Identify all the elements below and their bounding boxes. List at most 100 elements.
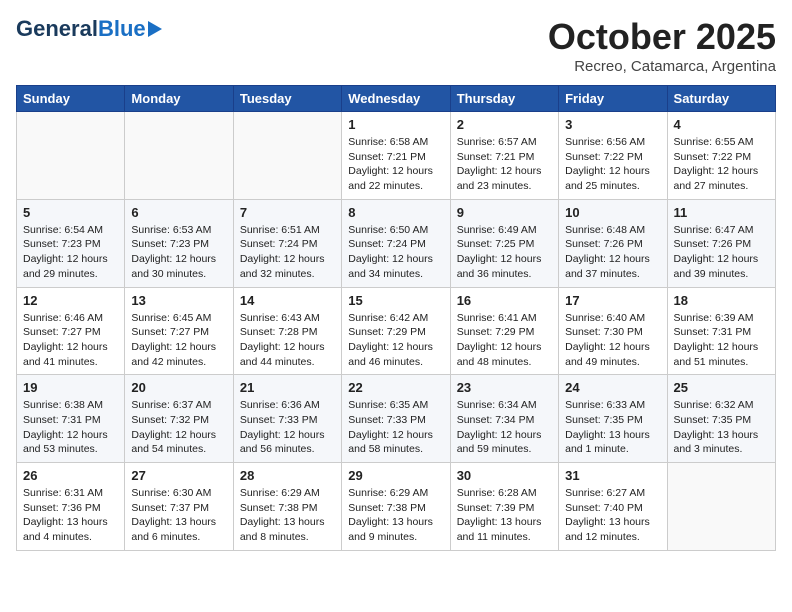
logo-text: GeneralBlue: [16, 16, 162, 42]
calendar-cell: 13Sunrise: 6:45 AM Sunset: 7:27 PM Dayli…: [125, 287, 233, 375]
calendar-cell: 21Sunrise: 6:36 AM Sunset: 7:33 PM Dayli…: [233, 375, 341, 463]
calendar-cell: 4 Sunrise: 6:55 AM Sunset: 7:22 PM Daylig…: [667, 112, 775, 200]
day-info: Sunrise: 6:39 AM Sunset: 7:31 PM Dayligh…: [674, 311, 769, 370]
calendar-cell: 29 Sunrise: 6:29 AM Sunset: 7:38 PM Dayli…: [342, 463, 450, 551]
day-header-saturday: Saturday: [667, 86, 775, 112]
day-number: 18: [674, 293, 769, 308]
day-number: 19: [23, 380, 118, 395]
day-info: Sunrise: 6:42 AM Sunset: 7:29 PM Dayligh…: [348, 311, 443, 370]
day-info: Sunrise: 6:50 AM Sunset: 7:24 PM Dayligh…: [348, 223, 443, 282]
day-number: 29: [348, 468, 443, 483]
calendar-cell: 28 Sunrise: 6:29 AM Sunset: 7:38 PM Dayli…: [233, 463, 341, 551]
day-info: Sunrise: 6:43 AM Sunset: 7:28 PM Dayligh…: [240, 311, 335, 370]
day-info: Sunrise: 6:40 AM Sunset: 7:30 PM Dayligh…: [565, 311, 660, 370]
calendar-cell: 20 Sunrise: 6:37 AM Sunset: 7:32 PM Dayli…: [125, 375, 233, 463]
day-number: 3: [565, 117, 660, 132]
calendar-week-row: 5 Sunrise: 6:54 AM Sunset: 7:23 PM Daylig…: [17, 199, 776, 287]
day-info: Sunrise: 6:33 AM Sunset: 7:35 PM Dayligh…: [565, 398, 660, 457]
calendar: SundayMondayTuesdayWednesdayThursdayFrid…: [16, 85, 776, 551]
day-info: Sunrise: 6:34 AM Sunset: 7:34 PM Dayligh…: [457, 398, 552, 457]
calendar-cell: 31Sunrise: 6:27 AM Sunset: 7:40 PM Dayli…: [559, 463, 667, 551]
day-info: Sunrise: 6:48 AM Sunset: 7:26 PM Dayligh…: [565, 223, 660, 282]
calendar-cell: 16Sunrise: 6:41 AM Sunset: 7:29 PM Dayli…: [450, 287, 558, 375]
day-info: Sunrise: 6:36 AM Sunset: 7:33 PM Dayligh…: [240, 398, 335, 457]
day-number: 28: [240, 468, 335, 483]
day-info: Sunrise: 6:37 AM Sunset: 7:32 PM Dayligh…: [131, 398, 226, 457]
calendar-week-row: 12Sunrise: 6:46 AM Sunset: 7:27 PM Dayli…: [17, 287, 776, 375]
day-header-wednesday: Wednesday: [342, 86, 450, 112]
calendar-cell: 26 Sunrise: 6:31 AM Sunset: 7:36 PM Dayli…: [17, 463, 125, 551]
calendar-cell: 6Sunrise: 6:53 AM Sunset: 7:23 PM Daylig…: [125, 199, 233, 287]
day-header-tuesday: Tuesday: [233, 86, 341, 112]
day-number: 7: [240, 205, 335, 220]
calendar-cell: 11Sunrise: 6:47 AM Sunset: 7:26 PM Dayli…: [667, 199, 775, 287]
calendar-cell: 25Sunrise: 6:32 AM Sunset: 7:35 PM Dayli…: [667, 375, 775, 463]
day-info: Sunrise: 6:58 AM Sunset: 7:21 PM Dayligh…: [348, 135, 443, 194]
day-info: Sunrise: 6:29 AM Sunset: 7:38 PM Dayligh…: [240, 486, 335, 545]
day-info: Sunrise: 6:38 AM Sunset: 7:31 PM Dayligh…: [23, 398, 118, 457]
calendar-cell: 7 Sunrise: 6:51 AM Sunset: 7:24 PM Daylig…: [233, 199, 341, 287]
calendar-week-row: 26 Sunrise: 6:31 AM Sunset: 7:36 PM Dayli…: [17, 463, 776, 551]
day-number: 5: [23, 205, 118, 220]
calendar-cell: 24 Sunrise: 6:33 AM Sunset: 7:35 PM Dayli…: [559, 375, 667, 463]
calendar-week-row: 19 Sunrise: 6:38 AM Sunset: 7:31 PM Dayli…: [17, 375, 776, 463]
day-info: Sunrise: 6:56 AM Sunset: 7:22 PM Dayligh…: [565, 135, 660, 194]
day-number: 22: [348, 380, 443, 395]
subtitle: Recreo, Catamarca, Argentina: [548, 58, 776, 75]
day-number: 4: [674, 117, 769, 132]
calendar-cell: 5 Sunrise: 6:54 AM Sunset: 7:23 PM Daylig…: [17, 199, 125, 287]
day-number: 17: [565, 293, 660, 308]
day-number: 14: [240, 293, 335, 308]
day-number: 31: [565, 468, 660, 483]
day-number: 15: [348, 293, 443, 308]
day-info: Sunrise: 6:45 AM Sunset: 7:27 PM Dayligh…: [131, 311, 226, 370]
calendar-cell: 1Sunrise: 6:58 AM Sunset: 7:21 PM Daylig…: [342, 112, 450, 200]
calendar-cell: 17 Sunrise: 6:40 AM Sunset: 7:30 PM Dayli…: [559, 287, 667, 375]
logo-general: General: [16, 16, 98, 42]
day-info: Sunrise: 6:51 AM Sunset: 7:24 PM Dayligh…: [240, 223, 335, 282]
calendar-cell: 14 Sunrise: 6:43 AM Sunset: 7:28 PM Dayli…: [233, 287, 341, 375]
calendar-cell: 3 Sunrise: 6:56 AM Sunset: 7:22 PM Daylig…: [559, 112, 667, 200]
month-title: October 2025: [548, 16, 776, 58]
calendar-cell: 9 Sunrise: 6:49 AM Sunset: 7:25 PM Daylig…: [450, 199, 558, 287]
day-number: 23: [457, 380, 552, 395]
day-info: Sunrise: 6:29 AM Sunset: 7:38 PM Dayligh…: [348, 486, 443, 545]
calendar-cell: 23 Sunrise: 6:34 AM Sunset: 7:34 PM Dayli…: [450, 375, 558, 463]
header: GeneralBlue October 2025 Recreo, Catamar…: [16, 16, 776, 75]
day-header-sunday: Sunday: [17, 86, 125, 112]
day-header-monday: Monday: [125, 86, 233, 112]
days-header-row: SundayMondayTuesdayWednesdayThursdayFrid…: [17, 86, 776, 112]
day-info: Sunrise: 6:47 AM Sunset: 7:26 PM Dayligh…: [674, 223, 769, 282]
logo-blue: Blue: [98, 16, 146, 42]
calendar-cell: [233, 112, 341, 200]
calendar-cell: 22 Sunrise: 6:35 AM Sunset: 7:33 PM Dayli…: [342, 375, 450, 463]
calendar-cell: 15 Sunrise: 6:42 AM Sunset: 7:29 PM Dayli…: [342, 287, 450, 375]
calendar-week-row: 1Sunrise: 6:58 AM Sunset: 7:21 PM Daylig…: [17, 112, 776, 200]
day-number: 8: [348, 205, 443, 220]
day-number: 9: [457, 205, 552, 220]
day-info: Sunrise: 6:46 AM Sunset: 7:27 PM Dayligh…: [23, 311, 118, 370]
day-number: 24: [565, 380, 660, 395]
day-info: Sunrise: 6:32 AM Sunset: 7:35 PM Dayligh…: [674, 398, 769, 457]
calendar-cell: 8 Sunrise: 6:50 AM Sunset: 7:24 PM Daylig…: [342, 199, 450, 287]
calendar-cell: 27 Sunrise: 6:30 AM Sunset: 7:37 PM Dayli…: [125, 463, 233, 551]
logo: GeneralBlue: [16, 16, 162, 42]
day-info: Sunrise: 6:49 AM Sunset: 7:25 PM Dayligh…: [457, 223, 552, 282]
day-info: Sunrise: 6:55 AM Sunset: 7:22 PM Dayligh…: [674, 135, 769, 194]
day-number: 2: [457, 117, 552, 132]
day-number: 30: [457, 468, 552, 483]
day-header-friday: Friday: [559, 86, 667, 112]
day-info: Sunrise: 6:31 AM Sunset: 7:36 PM Dayligh…: [23, 486, 118, 545]
day-info: Sunrise: 6:35 AM Sunset: 7:33 PM Dayligh…: [348, 398, 443, 457]
day-info: Sunrise: 6:57 AM Sunset: 7:21 PM Dayligh…: [457, 135, 552, 194]
day-number: 27: [131, 468, 226, 483]
day-info: Sunrise: 6:30 AM Sunset: 7:37 PM Dayligh…: [131, 486, 226, 545]
title-area: October 2025 Recreo, Catamarca, Argentin…: [548, 16, 776, 75]
day-info: Sunrise: 6:54 AM Sunset: 7:23 PM Dayligh…: [23, 223, 118, 282]
logo-arrow-icon: [148, 21, 162, 37]
calendar-cell: [125, 112, 233, 200]
calendar-cell: 12Sunrise: 6:46 AM Sunset: 7:27 PM Dayli…: [17, 287, 125, 375]
day-number: 26: [23, 468, 118, 483]
day-number: 20: [131, 380, 226, 395]
day-number: 6: [131, 205, 226, 220]
